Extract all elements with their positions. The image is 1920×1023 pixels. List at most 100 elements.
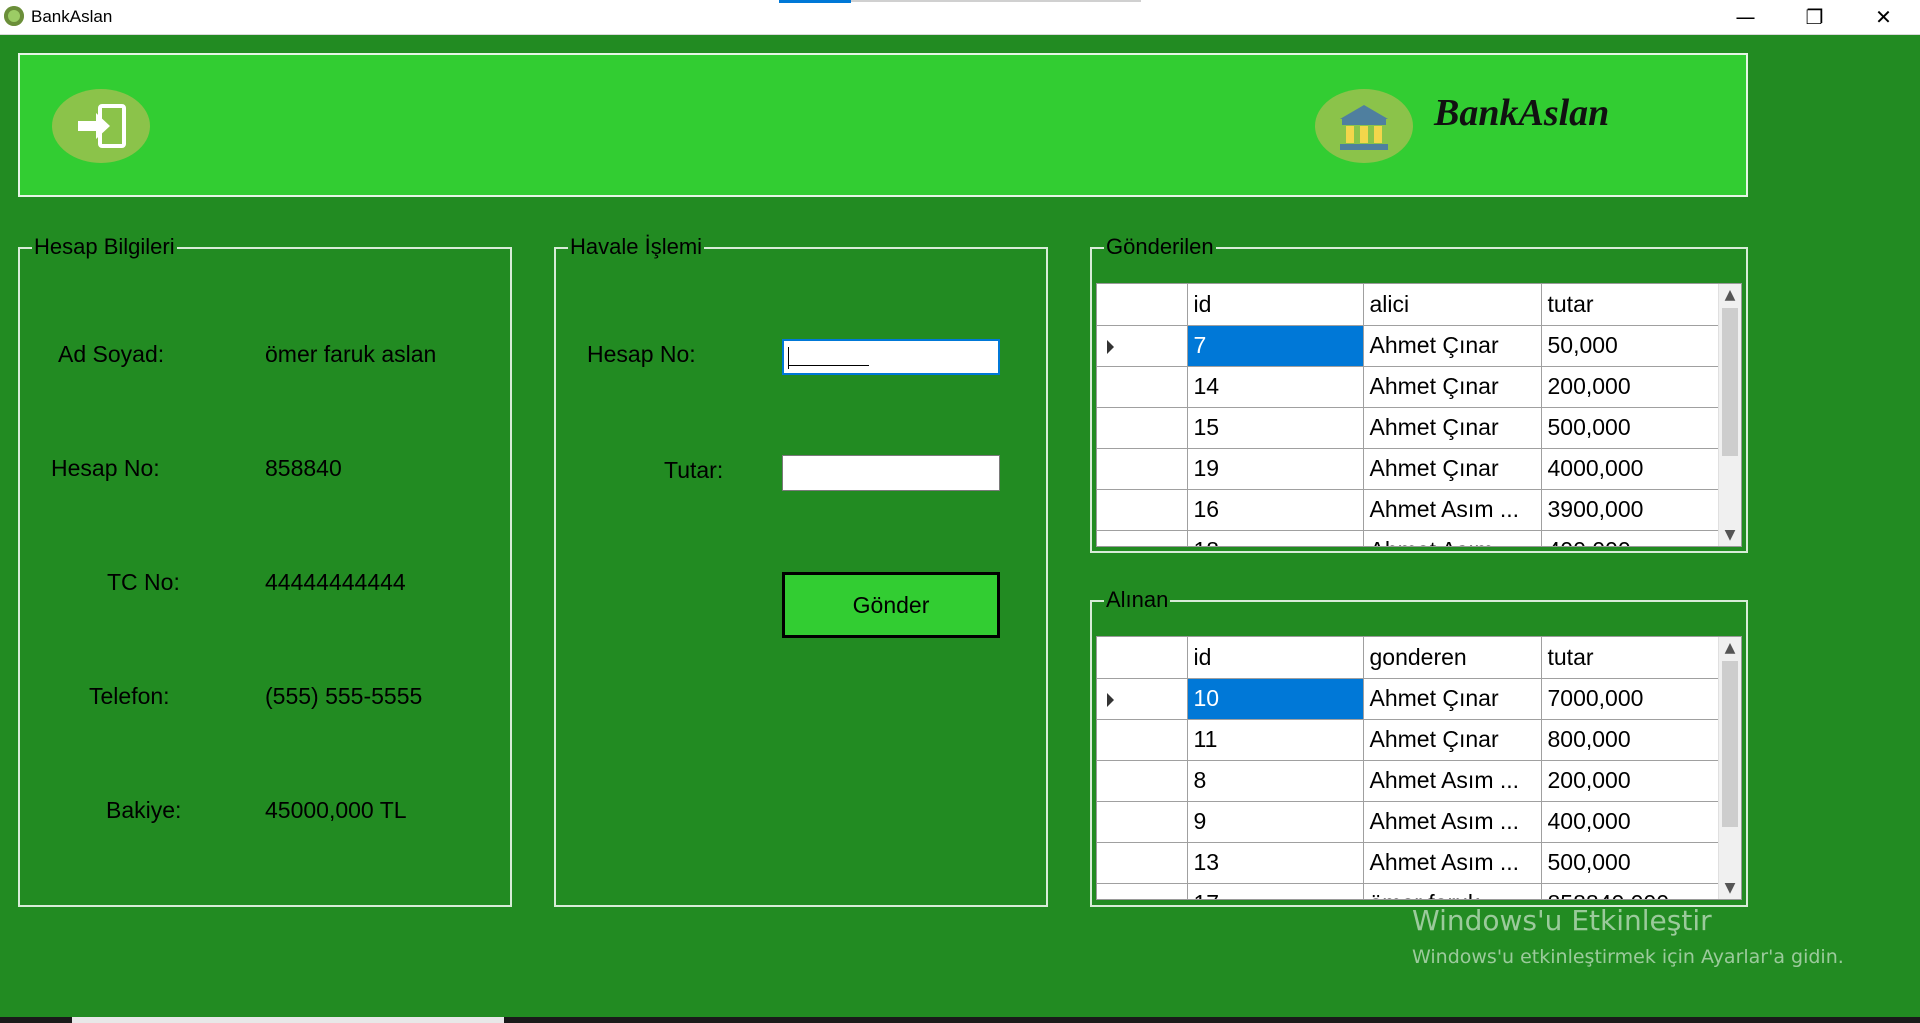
logout-button[interactable] [52, 89, 150, 163]
row-header[interactable] [1097, 365, 1188, 408]
cell[interactable]: 9 [1186, 800, 1364, 843]
cell[interactable]: 13 [1186, 841, 1364, 884]
scroll-thumb[interactable] [1722, 661, 1738, 827]
cell[interactable]: 200,000 [1540, 759, 1720, 802]
sent-col-id[interactable]: id [1186, 284, 1364, 326]
received-col-sender[interactable]: gonderen [1362, 637, 1542, 679]
cell[interactable]: Ahmet Asım ... [1362, 759, 1542, 802]
cell[interactable]: Ahmet Çınar [1362, 677, 1542, 720]
cell[interactable]: Ahmet Çınar [1362, 718, 1542, 761]
horizontal-scroll-thumb[interactable] [72, 1017, 504, 1023]
row-header[interactable] [1097, 447, 1188, 490]
cell[interactable]: 19 [1186, 447, 1364, 490]
cell[interactable]: 200,000 [1540, 365, 1720, 408]
row-header[interactable] [1097, 800, 1188, 843]
minimize-button[interactable]: — [1711, 0, 1780, 34]
table-row[interactable]: 11 Ahmet Çınar 800,000 [1097, 718, 1720, 761]
scroll-down-icon[interactable]: ▼ [1719, 877, 1741, 899]
table-row[interactable]: 13 Ahmet Asım ... 500,000 [1097, 841, 1720, 884]
cell[interactable]: 8 [1186, 759, 1364, 802]
row-header[interactable] [1097, 718, 1188, 761]
amount-input[interactable] [782, 455, 1000, 491]
cell[interactable]: 15 [1186, 406, 1364, 449]
cell[interactable]: Ahmet Çınar [1362, 365, 1542, 408]
phone-label: Telefon: [89, 683, 170, 709]
cell[interactable]: ömer faruk ... [1362, 882, 1542, 899]
table-row[interactable]: 14 Ahmet Çınar 200,000 [1097, 365, 1720, 408]
balance-label: Bakiye: [106, 797, 182, 823]
received-header-row: id gonderen tutar [1097, 637, 1720, 679]
received-table: id gonderen tutar 10 Ahmet Çınar 7000,00… [1097, 637, 1720, 899]
table-row[interactable]: 10 Ahmet Çınar 7000,000 [1097, 677, 1720, 720]
table-row[interactable]: 9 Ahmet Asım ... 400,000 [1097, 800, 1720, 843]
phone-value: (555) 555-5555 [265, 683, 423, 709]
cell[interactable]: 16 [1186, 488, 1364, 531]
activation-watermark-title: Windows'u Etkinleştir [1412, 904, 1712, 937]
scroll-up-icon[interactable]: ▲ [1719, 637, 1741, 659]
name-value: ömer faruk aslan [265, 341, 437, 367]
send-button[interactable]: Gönder [782, 572, 1000, 638]
transfer-legend: Havale İşlemi [568, 234, 705, 260]
cell[interactable]: 858840,000 [1540, 882, 1720, 899]
cell[interactable]: 17 [1186, 882, 1364, 899]
cell[interactable]: 50,000 [1540, 324, 1720, 367]
cell[interactable]: 10 [1186, 677, 1364, 720]
row-header[interactable] [1097, 529, 1188, 546]
close-icon: ✕ [1875, 5, 1892, 29]
row-header[interactable] [1097, 882, 1188, 899]
window-title: BankAslan [31, 7, 113, 26]
cell[interactable]: 400,000 [1540, 529, 1720, 546]
table-row[interactable]: 17 ömer faruk ... 858840,000 [1097, 882, 1720, 899]
sent-col-amount[interactable]: tutar [1540, 284, 1720, 326]
row-header[interactable] [1097, 324, 1188, 367]
sent-scrollbar[interactable]: ▲ ▼ [1718, 284, 1741, 546]
cell[interactable]: 800,000 [1540, 718, 1720, 761]
restore-button[interactable]: ❐ [1780, 0, 1849, 34]
scroll-thumb[interactable] [1722, 308, 1738, 456]
table-row[interactable]: 7 Ahmet Çınar 50,000 [1097, 324, 1720, 367]
cell[interactable]: Ahmet Asım ... [1362, 800, 1542, 843]
table-row[interactable]: 16 Ahmet Asım ... 3900,000 [1097, 488, 1720, 531]
row-header[interactable] [1097, 406, 1188, 449]
cell[interactable]: Ahmet Çınar [1362, 324, 1542, 367]
row-header[interactable] [1097, 841, 1188, 884]
sent-header-row: id alici tutar [1097, 284, 1720, 326]
current-row-icon [1107, 692, 1114, 707]
row-header[interactable] [1097, 488, 1188, 531]
received-col-amount[interactable]: tutar [1540, 637, 1720, 679]
cell[interactable]: 4000,000 [1540, 447, 1720, 490]
taskbar-divider [851, 0, 1141, 2]
table-row[interactable]: 15 Ahmet Çınar 500,000 [1097, 406, 1720, 449]
received-grid[interactable]: id gonderen tutar 10 Ahmet Çınar 7000,00… [1096, 636, 1742, 900]
cell[interactable]: Ahmet Çınar [1362, 406, 1542, 449]
name-label: Ad Soyad: [58, 341, 165, 367]
cell[interactable]: 7000,000 [1540, 677, 1720, 720]
received-col-id[interactable]: id [1186, 637, 1364, 679]
row-header[interactable] [1097, 759, 1188, 802]
cell[interactable]: Ahmet Asım ... [1362, 488, 1542, 531]
sent-col-recipient[interactable]: alici [1362, 284, 1542, 326]
received-scrollbar[interactable]: ▲ ▼ [1718, 637, 1741, 899]
table-row[interactable]: 8 Ahmet Asım ... 200,000 [1097, 759, 1720, 802]
sent-grid[interactable]: id alici tutar 7 Ahmet Çınar 50,000 14 A… [1096, 283, 1742, 547]
scroll-down-icon[interactable]: ▼ [1719, 524, 1741, 546]
cell[interactable]: Ahmet Çınar [1362, 447, 1542, 490]
cell[interactable]: 3900,000 [1540, 488, 1720, 531]
cell[interactable]: 18 [1186, 529, 1364, 546]
close-button[interactable]: ✕ [1849, 0, 1918, 34]
cell[interactable]: 11 [1186, 718, 1364, 761]
scroll-up-icon[interactable]: ▲ [1719, 284, 1741, 306]
brand-title: BankAslan [1434, 92, 1610, 134]
cell[interactable]: 7 [1186, 324, 1364, 367]
cell[interactable]: 14 [1186, 365, 1364, 408]
table-row[interactable]: 18 Ahmet Asım ... 400,000 [1097, 529, 1720, 546]
cell[interactable]: 400,000 [1540, 800, 1720, 843]
transfer-account-input[interactable] [782, 339, 1000, 375]
cell[interactable]: 500,000 [1540, 841, 1720, 884]
cell[interactable]: 500,000 [1540, 406, 1720, 449]
cell[interactable]: Ahmet Asım ... [1362, 841, 1542, 884]
row-header[interactable] [1097, 677, 1188, 720]
row-header-corner [1097, 637, 1188, 679]
table-row[interactable]: 19 Ahmet Çınar 4000,000 [1097, 447, 1720, 490]
cell[interactable]: Ahmet Asım ... [1362, 529, 1542, 546]
